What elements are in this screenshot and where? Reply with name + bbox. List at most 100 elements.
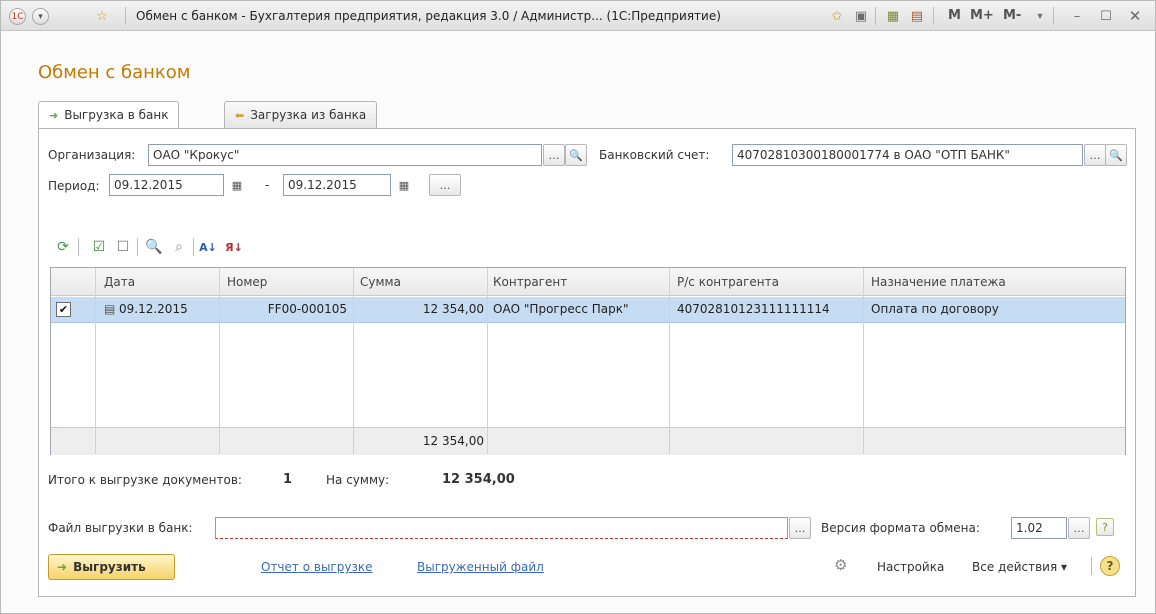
title-bar: 1C ▾ ☆ Обмен с банком - Бухгалтерия пред… [1, 1, 1155, 31]
title-separator [875, 7, 876, 25]
period-from-field[interactable]: 09.12.2015 [109, 174, 224, 196]
file-select-button[interactable]: … [789, 517, 811, 539]
bank-account-select-button[interactable]: … [1084, 144, 1106, 166]
format-version-label: Версия формата обмена: [821, 521, 980, 535]
cell-date: 09.12.2015 [119, 302, 188, 316]
all-actions-button[interactable]: Все действия ▾ [972, 560, 1067, 574]
bank-account-field[interactable]: 40702810300180001774 в ОАО "ОТП БАНК" [732, 144, 1083, 166]
app-logo-icon[interactable]: 1C [9, 8, 26, 25]
column-purpose[interactable]: Назначение платежа [871, 275, 1006, 289]
column-divider [863, 268, 864, 454]
calendar-icon[interactable]: ▤ [908, 7, 926, 25]
sum-label: На сумму: [326, 473, 390, 487]
file-path-field[interactable] [215, 517, 788, 539]
tab-import[interactable]: ⬅ Загрузка из банка [224, 101, 378, 128]
row-checkbox[interactable]: ✔ [56, 302, 71, 317]
memory-plus-button[interactable]: M+ [970, 8, 994, 23]
sort-desc-icon[interactable]: Я↓ [224, 237, 244, 257]
maximize-icon[interactable]: ☐ [1097, 7, 1115, 25]
column-divider [95, 268, 96, 454]
app-window: 1C ▾ ☆ Обмен с банком - Бухгалтерия пред… [0, 0, 1156, 614]
history-icon[interactable]: ▣ [852, 7, 870, 25]
column-divider [487, 268, 488, 454]
title-separator [125, 7, 126, 25]
title-separator [1053, 7, 1054, 25]
all-actions-label: Все действия [972, 560, 1058, 574]
organization-search-icon[interactable]: 🔍 [565, 144, 587, 166]
cell-number: FF00-000105 [267, 302, 347, 316]
table-footer: 12 354,00 [51, 427, 1125, 455]
favorites-star-icon[interactable]: ☆ [93, 7, 111, 25]
arrow-right-icon: ➜ [49, 109, 59, 122]
settings-button[interactable]: Настройка [877, 560, 944, 574]
memory-button[interactable]: M [948, 8, 961, 23]
search-icon[interactable]: 🔍 [144, 237, 164, 257]
table-row[interactable]: ✔ ▤ 09.12.2015 FF00-000105 12 354,00 ОАО… [51, 297, 1125, 323]
period-label: Период: [48, 179, 100, 193]
toolbar-separator [78, 238, 79, 256]
column-divider [219, 268, 220, 454]
window-title: Обмен с банком - Бухгалтерия предприятия… [136, 9, 721, 23]
sum-value: 12 354,00 [442, 472, 515, 487]
toolbar-separator [137, 238, 138, 256]
gear-icon[interactable]: ⚙ [834, 556, 847, 574]
export-button[interactable]: ➜ Выгрузить [48, 554, 175, 580]
arrow-right-icon: ➜ [57, 560, 68, 574]
column-divider [353, 268, 354, 454]
table-header: Дата Номер Сумма Контрагент Р/с контраге… [51, 268, 1125, 296]
minimize-icon[interactable]: – [1068, 7, 1086, 25]
docs-count-value: 1 [283, 472, 293, 487]
calendar-icon[interactable]: ▦ [226, 174, 248, 196]
chevron-down-icon: ▾ [1061, 560, 1068, 574]
uncheck-all-icon[interactable]: ☐ [113, 237, 133, 257]
menu-dropdown-icon[interactable]: ▾ [32, 8, 49, 25]
organization-field[interactable]: ОАО "Крокус" [148, 144, 542, 166]
sort-asc-icon[interactable]: A↓ [198, 237, 218, 257]
file-label: Файл выгрузки в банк: [48, 521, 193, 535]
help-circle-icon[interactable]: ? [1100, 556, 1120, 576]
column-date[interactable]: Дата [104, 275, 135, 289]
page-title: Обмен с банком [38, 62, 191, 83]
cell-account: 40702810123111111114 [677, 302, 830, 316]
cell-purpose: Оплата по договору [871, 302, 999, 316]
organization-label: Организация: [48, 148, 136, 162]
column-sum[interactable]: Сумма [360, 275, 401, 289]
calendar-icon[interactable]: ▦ [393, 174, 415, 196]
bank-account-search-icon[interactable]: 🔍 [1105, 144, 1127, 166]
check-all-icon[interactable]: ☑ [89, 237, 109, 257]
tab-import-label: Загрузка из банка [250, 108, 367, 122]
report-link[interactable]: Отчет о выгрузке [261, 560, 372, 574]
column-counterparty[interactable]: Контрагент [493, 275, 567, 289]
clear-search-icon[interactable]: ⌕ [169, 237, 189, 257]
format-version-field[interactable]: 1.02 [1011, 517, 1067, 539]
chevron-down-icon[interactable]: ▾ [1031, 7, 1049, 25]
period-select-button[interactable]: … [429, 174, 461, 196]
toolbar-separator [193, 238, 194, 256]
arrow-left-icon: ⬅ [235, 109, 245, 122]
help-icon[interactable]: ? [1096, 518, 1114, 536]
column-account[interactable]: Р/с контрагента [677, 275, 779, 289]
refresh-icon[interactable]: ⟳ [53, 237, 73, 257]
bank-account-label: Банковский счет: [599, 148, 710, 162]
memory-minus-button[interactable]: M- [1003, 8, 1021, 23]
period-dash: - [265, 178, 270, 192]
tab-export-label: Выгрузка в банк [64, 108, 169, 122]
calculator-icon[interactable]: ▦ [884, 7, 902, 25]
exported-file-link[interactable]: Выгруженный файл [417, 560, 544, 574]
close-icon[interactable]: ✕ [1126, 7, 1144, 25]
document-icon: ▤ [104, 302, 116, 316]
organization-select-button[interactable]: … [543, 144, 565, 166]
format-select-button[interactable]: … [1068, 517, 1090, 539]
documents-table: Дата Номер Сумма Контрагент Р/с контраге… [50, 267, 1126, 455]
export-button-label: Выгрузить [73, 560, 146, 574]
column-number[interactable]: Номер [227, 275, 267, 289]
period-to-field[interactable]: 09.12.2015 [283, 174, 391, 196]
column-divider [669, 268, 670, 454]
title-separator [933, 7, 934, 25]
docs-count-label: Итого к выгрузке документов: [48, 473, 242, 487]
tab-export[interactable]: ➜ Выгрузка в банк [38, 101, 180, 129]
action-separator [1091, 557, 1092, 575]
cell-counterparty: ОАО "Прогресс Парк" [493, 302, 629, 316]
add-favorite-icon[interactable]: ✩ [828, 7, 846, 25]
cell-sum: 12 354,00 [422, 302, 484, 316]
